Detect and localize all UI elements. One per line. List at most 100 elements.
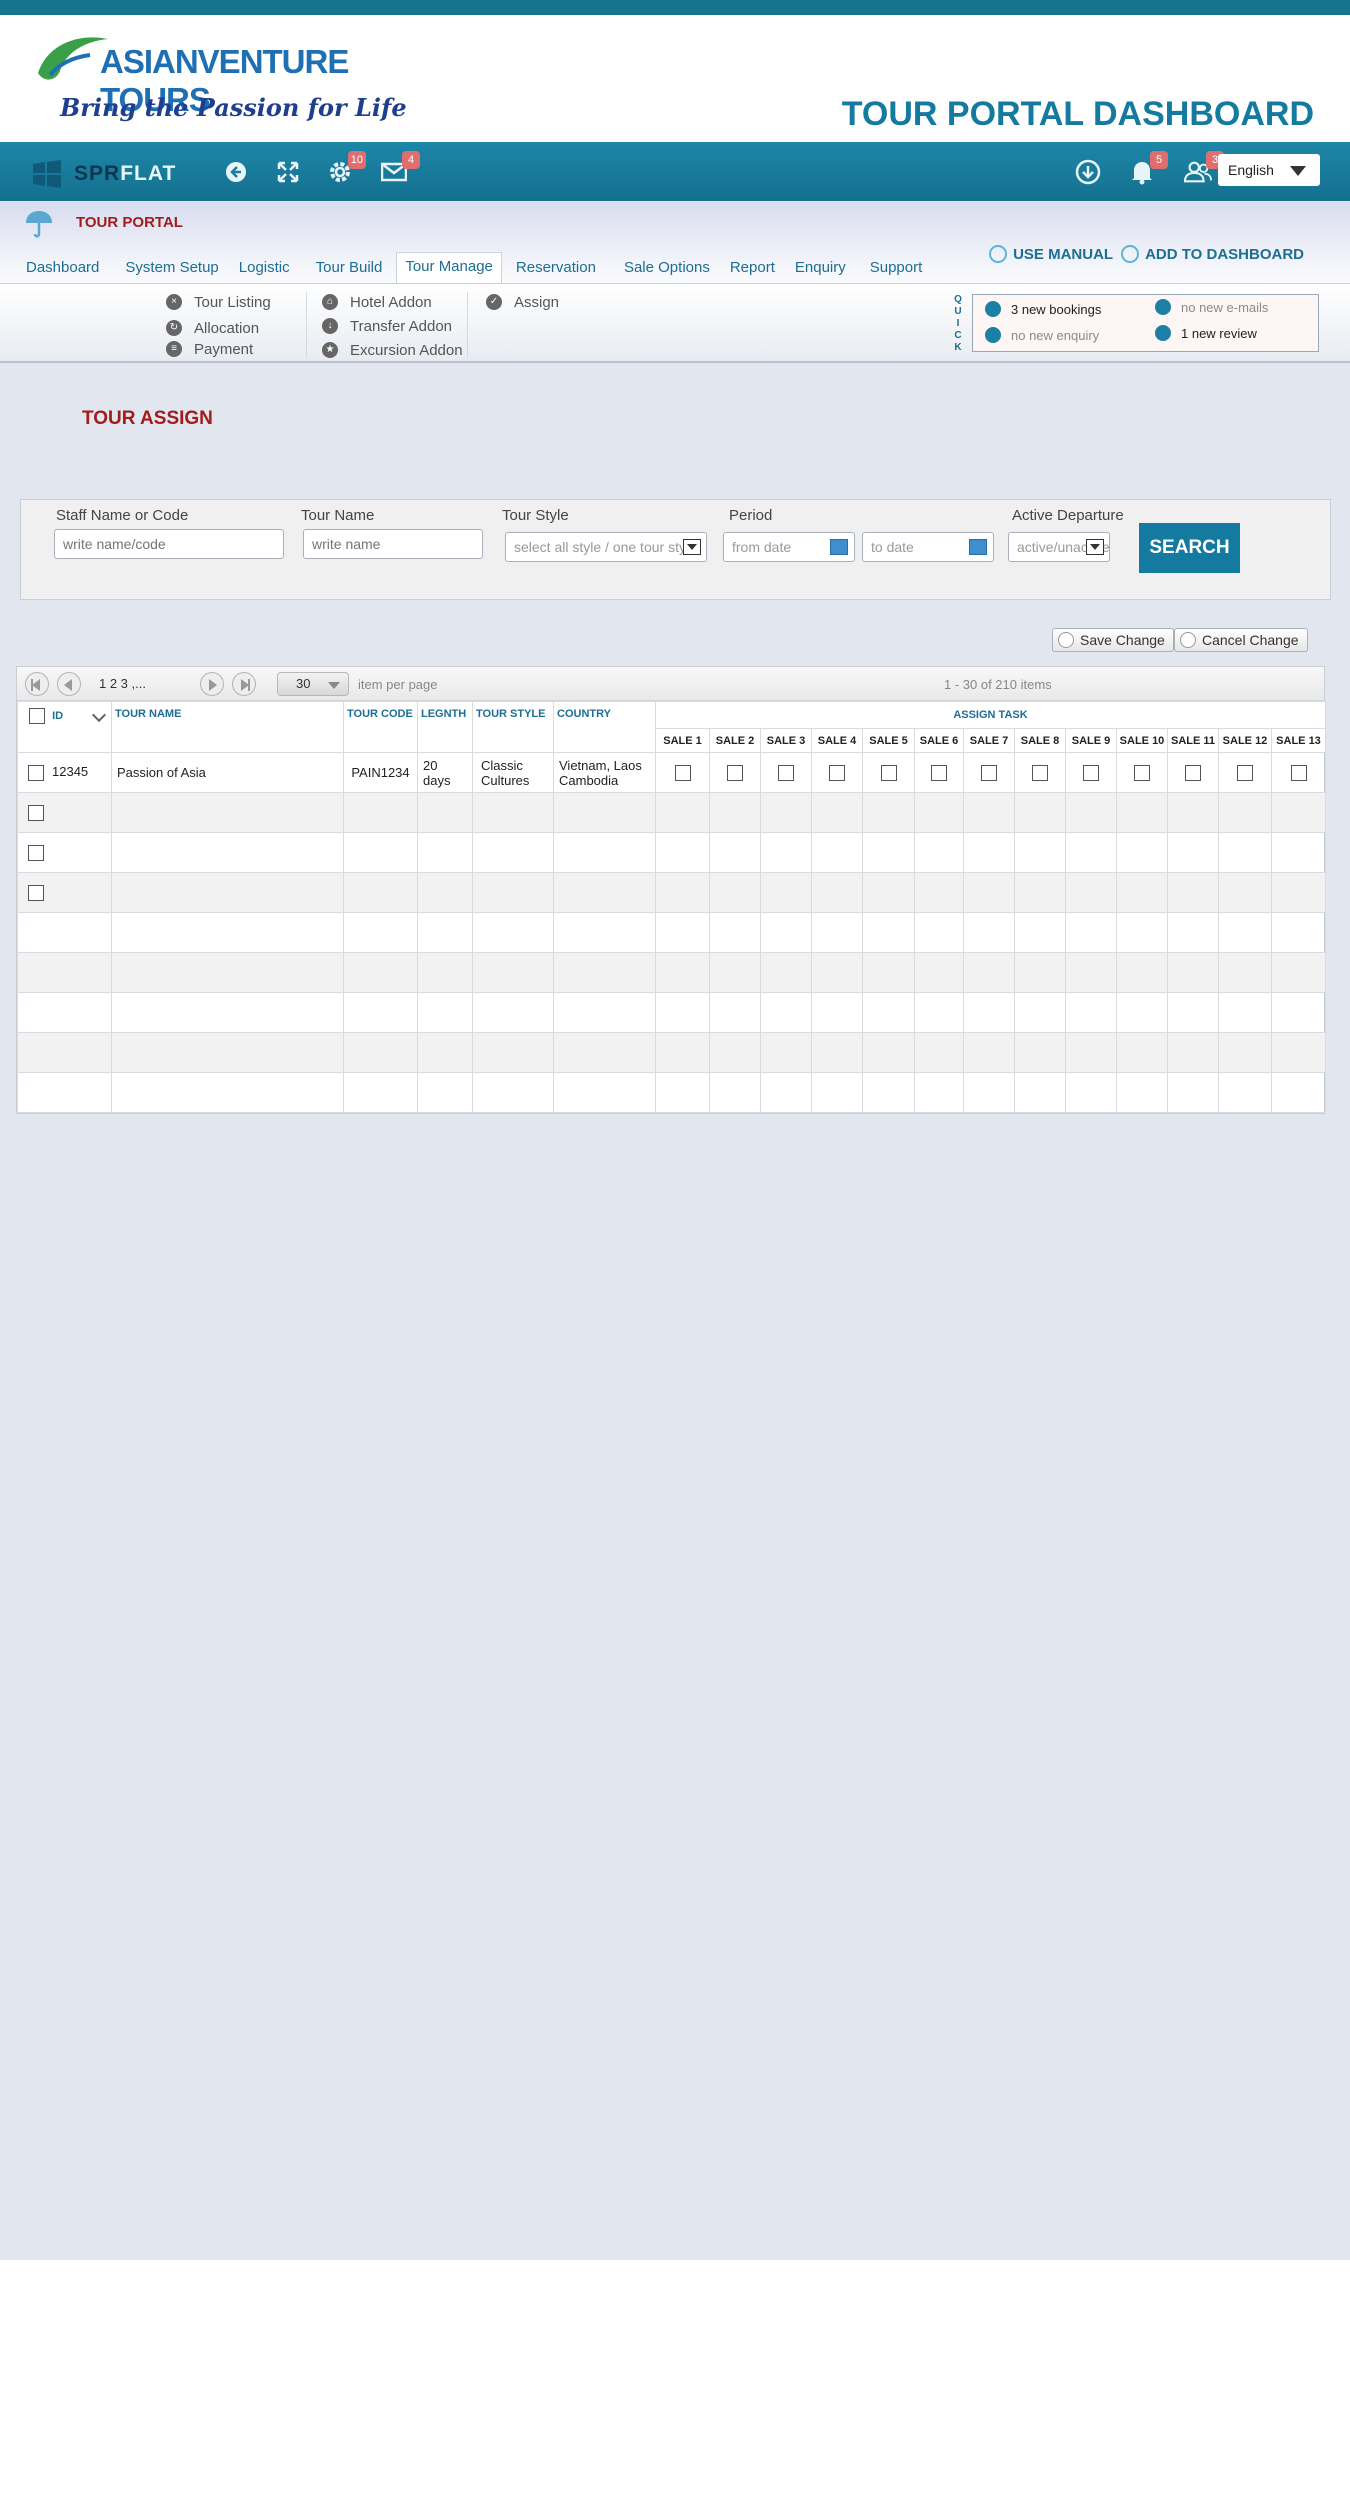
nav-sale-options[interactable]: Sale Options — [616, 255, 718, 283]
nav-enquiry[interactable]: Enquiry — [787, 255, 854, 283]
page-size-select[interactable]: 30 — [277, 672, 349, 696]
submenu-tour-listing[interactable]: × Tour Listing — [166, 290, 271, 314]
calendar-icon[interactable] — [969, 539, 987, 555]
assign-checkbox[interactable] — [880, 764, 897, 781]
back-icon[interactable] — [222, 158, 250, 186]
settings-gear-icon[interactable]: 10 — [326, 151, 366, 186]
cell-sale-12 — [1218, 872, 1272, 913]
cell-sale-10 — [1116, 952, 1168, 993]
nav-support[interactable]: Support — [862, 255, 931, 283]
cancel-change-button[interactable]: Cancel Change — [1174, 628, 1308, 652]
use-manual-link[interactable]: USE MANUAL — [989, 245, 1113, 263]
table-row[interactable] — [17, 832, 1326, 873]
users-icon[interactable]: 3 — [1184, 151, 1224, 186]
submenu-transfer-addon[interactable]: ↓ Transfer Addon — [322, 314, 463, 338]
row-checkbox[interactable] — [28, 884, 44, 901]
cell-tour-code — [343, 1072, 418, 1113]
col-id-header[interactable]: ID — [17, 701, 112, 753]
assign-checkbox[interactable] — [1032, 764, 1048, 781]
first-page-button[interactable] — [25, 672, 49, 696]
fullscreen-icon[interactable] — [274, 158, 302, 186]
table-row[interactable] — [17, 912, 1326, 953]
nav-logistic[interactable]: Logistic — [231, 255, 298, 283]
col-tour-code-header[interactable]: TOUR CODE — [343, 701, 418, 753]
active-departure-select[interactable]: active/unactive — [1008, 532, 1110, 562]
next-page-button[interactable] — [200, 672, 224, 696]
table-row[interactable] — [17, 872, 1326, 913]
assign-checkbox[interactable] — [1134, 764, 1150, 781]
col-length-header[interactable]: LEGNTH — [417, 701, 473, 753]
calendar-icon[interactable] — [830, 539, 848, 555]
cell-tour-name — [111, 952, 344, 993]
assign-checkbox[interactable] — [727, 764, 743, 781]
language-select[interactable]: English — [1218, 154, 1320, 186]
download-circle-icon: ↓ — [322, 318, 338, 334]
row-checkbox[interactable] — [28, 764, 44, 781]
staff-input[interactable] — [54, 529, 284, 559]
from-date-input[interactable]: from date — [723, 532, 855, 562]
assign-checkbox[interactable] — [674, 764, 691, 781]
last-page-button[interactable] — [232, 672, 256, 696]
table-row[interactable] — [17, 992, 1326, 1033]
row-checkbox[interactable] — [28, 844, 44, 861]
quick-emails[interactable]: no new e-mails — [1155, 299, 1268, 315]
table-row[interactable] — [17, 792, 1326, 833]
assign-checkbox[interactable] — [1290, 764, 1307, 781]
cell-sale-7 — [963, 872, 1015, 913]
toolbar: SPRFLAT 10 4 5 3 English — [0, 142, 1350, 201]
add-to-dashboard-link[interactable]: ADD TO DASHBOARD — [1121, 245, 1304, 263]
table-row[interactable] — [17, 952, 1326, 993]
assign-checkbox[interactable] — [829, 764, 845, 781]
submenu-excursion-addon[interactable]: ★ Excursion Addon — [322, 338, 463, 362]
table-row[interactable]: 12345 Passion of Asia PAIN1234 20 days Class… — [17, 752, 1326, 793]
brand[interactable]: SPRFLAT — [32, 160, 176, 188]
main-nav: Dashboard System Setup Logistic Tour Bui… — [18, 252, 930, 283]
col-tour-style-header[interactable]: TOUR STYLE — [472, 701, 554, 753]
col-country-header[interactable]: COUNTRY — [553, 701, 656, 753]
nav-report[interactable]: Report — [722, 255, 783, 283]
search-button[interactable]: SEARCH — [1139, 523, 1240, 573]
cell-sale-6 — [914, 832, 964, 873]
cell-sale-12 — [1218, 1072, 1272, 1113]
prev-page-button[interactable] — [57, 672, 81, 696]
assign-checkbox[interactable] — [931, 764, 947, 781]
company-logo[interactable]: ASIANVENTURE TOURS Bring the Passion for… — [30, 23, 410, 133]
cell-sale-12 — [1218, 952, 1272, 993]
top-strip — [0, 0, 1350, 15]
submenu-assign[interactable]: ✓ Assign — [486, 290, 559, 314]
nav-reservation[interactable]: Reservation — [508, 255, 604, 283]
table-row[interactable] — [17, 1032, 1326, 1073]
quick-enquiry[interactable]: no new enquiry — [985, 327, 1099, 343]
cell-sale-5 — [862, 912, 915, 953]
col-tour-name-header[interactable]: TOUR NAME — [111, 701, 344, 753]
cell-tour-style — [472, 832, 554, 873]
save-change-button[interactable]: Save Change — [1052, 628, 1174, 652]
cell-sale-13 — [1271, 752, 1326, 793]
submenu-payment[interactable]: ≡ Payment — [166, 337, 271, 361]
to-date-input[interactable]: to date — [862, 532, 994, 562]
page-numbers[interactable]: 1 2 3 ,... — [99, 676, 146, 691]
row-checkbox[interactable] — [28, 804, 44, 821]
cell-length — [417, 952, 473, 993]
mail-icon[interactable]: 4 — [380, 151, 420, 186]
nav-tour-build[interactable]: Tour Build — [308, 255, 391, 283]
select-all-checkbox[interactable] — [29, 708, 45, 724]
quick-review[interactable]: 1 new review — [1155, 325, 1257, 341]
assign-checkbox[interactable] — [1237, 764, 1253, 781]
quick-new-bookings[interactable]: 3 new bookings — [985, 301, 1101, 317]
chevron-down-icon[interactable] — [91, 707, 107, 723]
assign-checkbox[interactable] — [1083, 764, 1099, 781]
nav-system-setup[interactable]: System Setup — [117, 255, 226, 283]
assign-checkbox[interactable] — [1185, 764, 1201, 781]
nav-dashboard[interactable]: Dashboard — [18, 255, 107, 283]
assign-checkbox[interactable] — [778, 764, 794, 781]
tour-style-select[interactable]: select all style / one tour style — [505, 532, 707, 562]
assign-checkbox[interactable] — [981, 764, 997, 781]
submenu-hotel-addon[interactable]: ⌂ Hotel Addon — [322, 290, 463, 314]
cell-sale-4 — [811, 872, 863, 913]
table-row[interactable] — [17, 1072, 1326, 1113]
nav-tour-manage[interactable]: Tour Manage — [396, 252, 502, 283]
tour-name-input[interactable] — [303, 529, 483, 559]
download-icon[interactable] — [1074, 158, 1102, 186]
notification-bell-icon[interactable]: 5 — [1128, 151, 1168, 186]
